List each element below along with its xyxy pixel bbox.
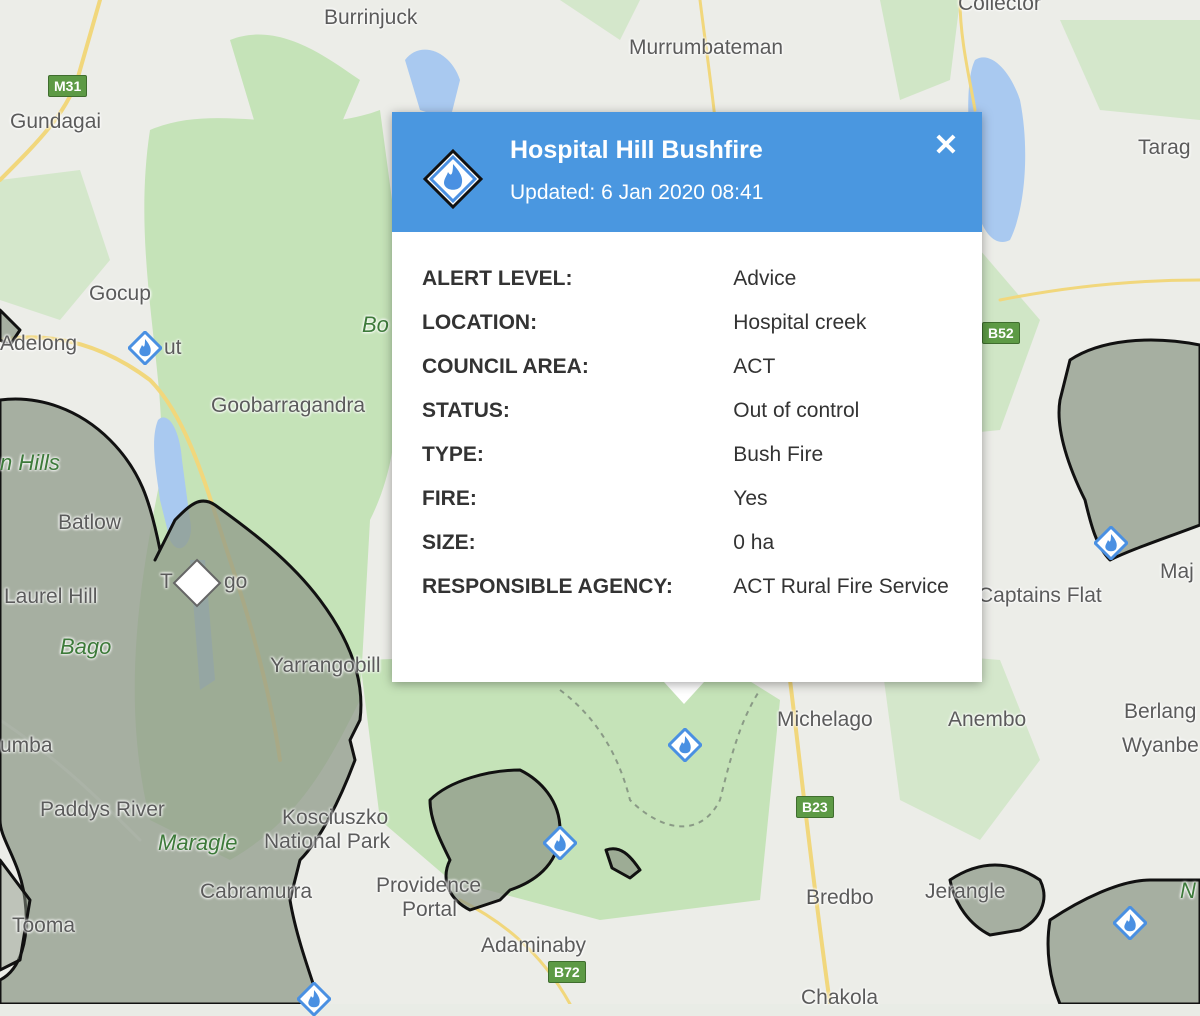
place-label: Michelago [777,708,873,731]
detail-row: ALERT LEVEL: Advice [422,264,962,293]
detail-row: TYPE: Bush Fire [422,440,962,469]
popup-title: Hospital Hill Bushfire [510,136,763,164]
fire-marker-icon[interactable] [1113,906,1147,940]
incident-details: ALERT LEVEL: Advice LOCATION: Hospital cre… [422,264,962,616]
place-label: Yarrangobill [270,654,381,677]
place-label: Adaminaby [481,934,587,957]
park-label: Maragle [158,830,238,855]
place-label: Captains Flat [978,584,1102,607]
place-label: Paddys River [40,798,165,821]
place-label: Chakola [801,986,879,1009]
road-shield: M31 [48,75,88,97]
road-shield: B23 [796,796,834,818]
selected-marker-icon[interactable] [172,558,222,608]
place-label: Murrumbateman [629,36,784,59]
place-label: Gundagai [10,110,102,133]
fire-marker-icon[interactable] [543,826,577,860]
place-label: Batlow [58,511,122,534]
park-label: Bo [362,312,389,337]
place-label: Tooma [12,914,76,937]
park-label: N [1180,878,1196,903]
place-label: Tarag [1138,136,1191,159]
place-label: Maj [1160,560,1194,583]
park-label: n Hills [0,450,60,475]
place-label: Kosciuszko [282,806,389,829]
detail-key: ALERT LEVEL: [422,267,573,290]
detail-value: Advice [733,267,797,290]
place-label: Berlang [1124,700,1197,723]
close-icon[interactable]: ✕ [930,130,962,162]
place-label: Wyanbe [1122,734,1199,757]
place-label: go [224,570,248,593]
detail-key: FIRE: [422,487,477,510]
detail-row: COUNCIL AREA: ACT [422,352,962,381]
place-label: National Park [264,830,391,853]
fire-marker-icon[interactable] [128,331,162,365]
detail-key: COUNCIL AREA: [422,355,589,378]
place-label: Portal [402,898,457,921]
place-label: ut [164,336,182,359]
place-label: Goobarragandra [211,394,366,417]
place-label: T [160,570,173,593]
detail-key: LOCATION: [422,311,538,334]
detail-row: LOCATION: Hospital creek [422,308,962,337]
road-shield: B52 [982,322,1020,344]
fire-marker-icon[interactable] [297,982,331,1016]
park-label: Bago [60,634,112,659]
place-label: Burrinjuck [324,6,418,29]
detail-value: Out of control [733,399,860,422]
place-label: Jerangle [925,880,1006,903]
incident-popup: Hospital Hill Bushfire Updated: 6 Jan 20… [392,112,982,682]
detail-key: SIZE: [422,531,476,554]
detail-key: STATUS: [422,399,510,422]
popup-updated: Updated: 6 Jan 2020 08:41 [510,181,764,204]
detail-key: RESPONSIBLE AGENCY: [422,575,673,598]
detail-row: SIZE: 0 ha [422,528,962,557]
place-label: Adelong [0,332,78,355]
place-label: Gocup [89,282,151,305]
place-label: Anembo [948,708,1027,731]
fire-marker-icon[interactable] [1094,526,1128,560]
place-label: Providence [376,874,482,897]
detail-value: 0 ha [733,531,775,554]
place-label: Bredbo [806,886,874,909]
detail-value: Bush Fire [733,443,824,466]
road-shield: B72 [548,961,586,983]
place-label: Collector [958,0,1041,15]
detail-value: Yes [733,487,768,510]
place-label: Laurel Hill [4,585,98,608]
detail-row: RESPONSIBLE AGENCY: ACT Rural Fire Servic… [422,572,962,601]
detail-value: ACT Rural Fire Service [733,575,949,598]
popup-pointer [664,682,704,704]
bushfire-icon [422,148,484,210]
place-label: Cabramurra [200,880,313,903]
detail-value: Hospital creek [733,311,867,334]
popup-header: Hospital Hill Bushfire Updated: 6 Jan 20… [392,112,982,232]
detail-row: FIRE: Yes [422,484,962,513]
fire-marker-icon[interactable] [668,728,702,762]
detail-value: ACT [733,355,776,378]
detail-row: STATUS: Out of control [422,396,962,425]
place-label: umba [0,734,53,757]
detail-key: TYPE: [422,443,484,466]
